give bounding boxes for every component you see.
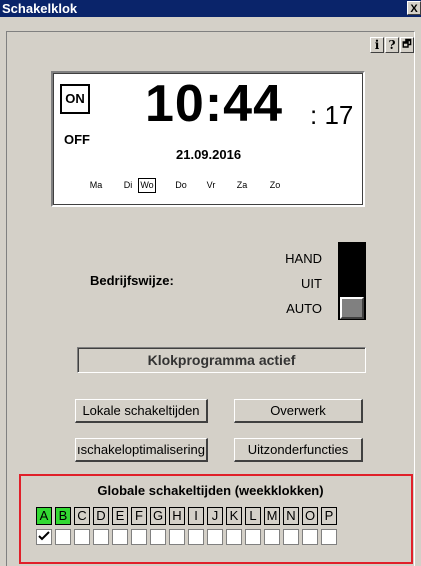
weekclock-a[interactable]: A	[36, 507, 52, 525]
weekclock-e[interactable]: E	[112, 507, 128, 525]
weekclock-checkbox-a[interactable]	[36, 529, 52, 545]
switch-optimization-button[interactable]: ıschakeloptimalisering	[75, 438, 208, 462]
day-vr: Vr	[206, 180, 216, 190]
window-title: Schakelklok	[2, 1, 78, 16]
weekclock-c[interactable]: C	[74, 507, 90, 525]
day-zo: Zo	[269, 180, 281, 190]
clock-date: 21.09.2016	[176, 147, 242, 162]
weekclock-g[interactable]: G	[150, 507, 166, 525]
local-switch-times-button[interactable]: Lokale schakeltijden	[75, 399, 208, 423]
mode-label: Bedrijfswijze:	[90, 273, 174, 288]
day-do: Do	[175, 180, 187, 190]
weekclock-checkbox-o[interactable]	[302, 529, 318, 545]
weekclock-o[interactable]: O	[302, 507, 318, 525]
weekclock-checkbox-m[interactable]	[264, 529, 280, 545]
day-di: Di	[123, 180, 133, 190]
weekclock-i[interactable]: I	[188, 507, 204, 525]
day-ma: Ma	[89, 180, 103, 190]
weekclock-l[interactable]: L	[245, 507, 261, 525]
weekclock-checkbox-j[interactable]	[207, 529, 223, 545]
weekclock-checkbox-d[interactable]	[93, 529, 109, 545]
weekclock-checkbox-h[interactable]	[169, 529, 185, 545]
on-indicator: ON	[60, 84, 90, 114]
day-za: Za	[236, 180, 248, 190]
weekclock-h[interactable]: H	[169, 507, 185, 525]
weekclock-k[interactable]: K	[226, 507, 242, 525]
off-indicator: OFF	[64, 132, 90, 147]
exception-functions-button[interactable]: Uitzonderfuncties	[234, 438, 363, 462]
overtime-button[interactable]: Overwerk	[234, 399, 363, 423]
mode-uit-label: UIT	[301, 276, 322, 291]
weekclock-b[interactable]: B	[55, 507, 71, 525]
weekclock-checkbox-g[interactable]	[150, 529, 166, 545]
global-switch-times-title: Globale schakeltijden (weekklokken)	[97, 483, 324, 498]
weekclock-n[interactable]: N	[283, 507, 299, 525]
close-button[interactable]: X	[407, 1, 421, 15]
window-mode-button[interactable]: 🗗	[400, 37, 414, 53]
weekclock-checkbox-b[interactable]	[55, 529, 71, 545]
weekclock-checkbox-p[interactable]	[321, 529, 337, 545]
weekclock-m[interactable]: M	[264, 507, 280, 525]
weekclock-checkbox-i[interactable]	[188, 529, 204, 545]
weekclock-j[interactable]: J	[207, 507, 223, 525]
weekclock-checkbox-c[interactable]	[74, 529, 90, 545]
help-button[interactable]: ?	[385, 37, 399, 53]
weekclock-f[interactable]: F	[131, 507, 147, 525]
day-wo: Wo	[138, 178, 156, 193]
weekclock-p[interactable]: P	[321, 507, 337, 525]
clock-time: 10:44	[145, 75, 283, 133]
info-button[interactable]: i	[370, 37, 384, 53]
weekclock-checkbox-e[interactable]	[112, 529, 128, 545]
mode-switch-handle[interactable]	[340, 297, 364, 319]
clock-seconds: : 17	[310, 100, 354, 130]
weekclock-checkbox-f[interactable]	[131, 529, 147, 545]
weekclock-d[interactable]: D	[93, 507, 109, 525]
program-status: Klokprogramma actief	[77, 347, 366, 373]
weekclock-checkbox-l[interactable]	[245, 529, 261, 545]
mode-hand-label: HAND	[285, 251, 322, 266]
weekclock-checkbox-n[interactable]	[283, 529, 299, 545]
checkmark-icon	[38, 531, 50, 541]
mode-auto-label: AUTO	[286, 301, 322, 316]
weekclock-checkbox-k[interactable]	[226, 529, 242, 545]
